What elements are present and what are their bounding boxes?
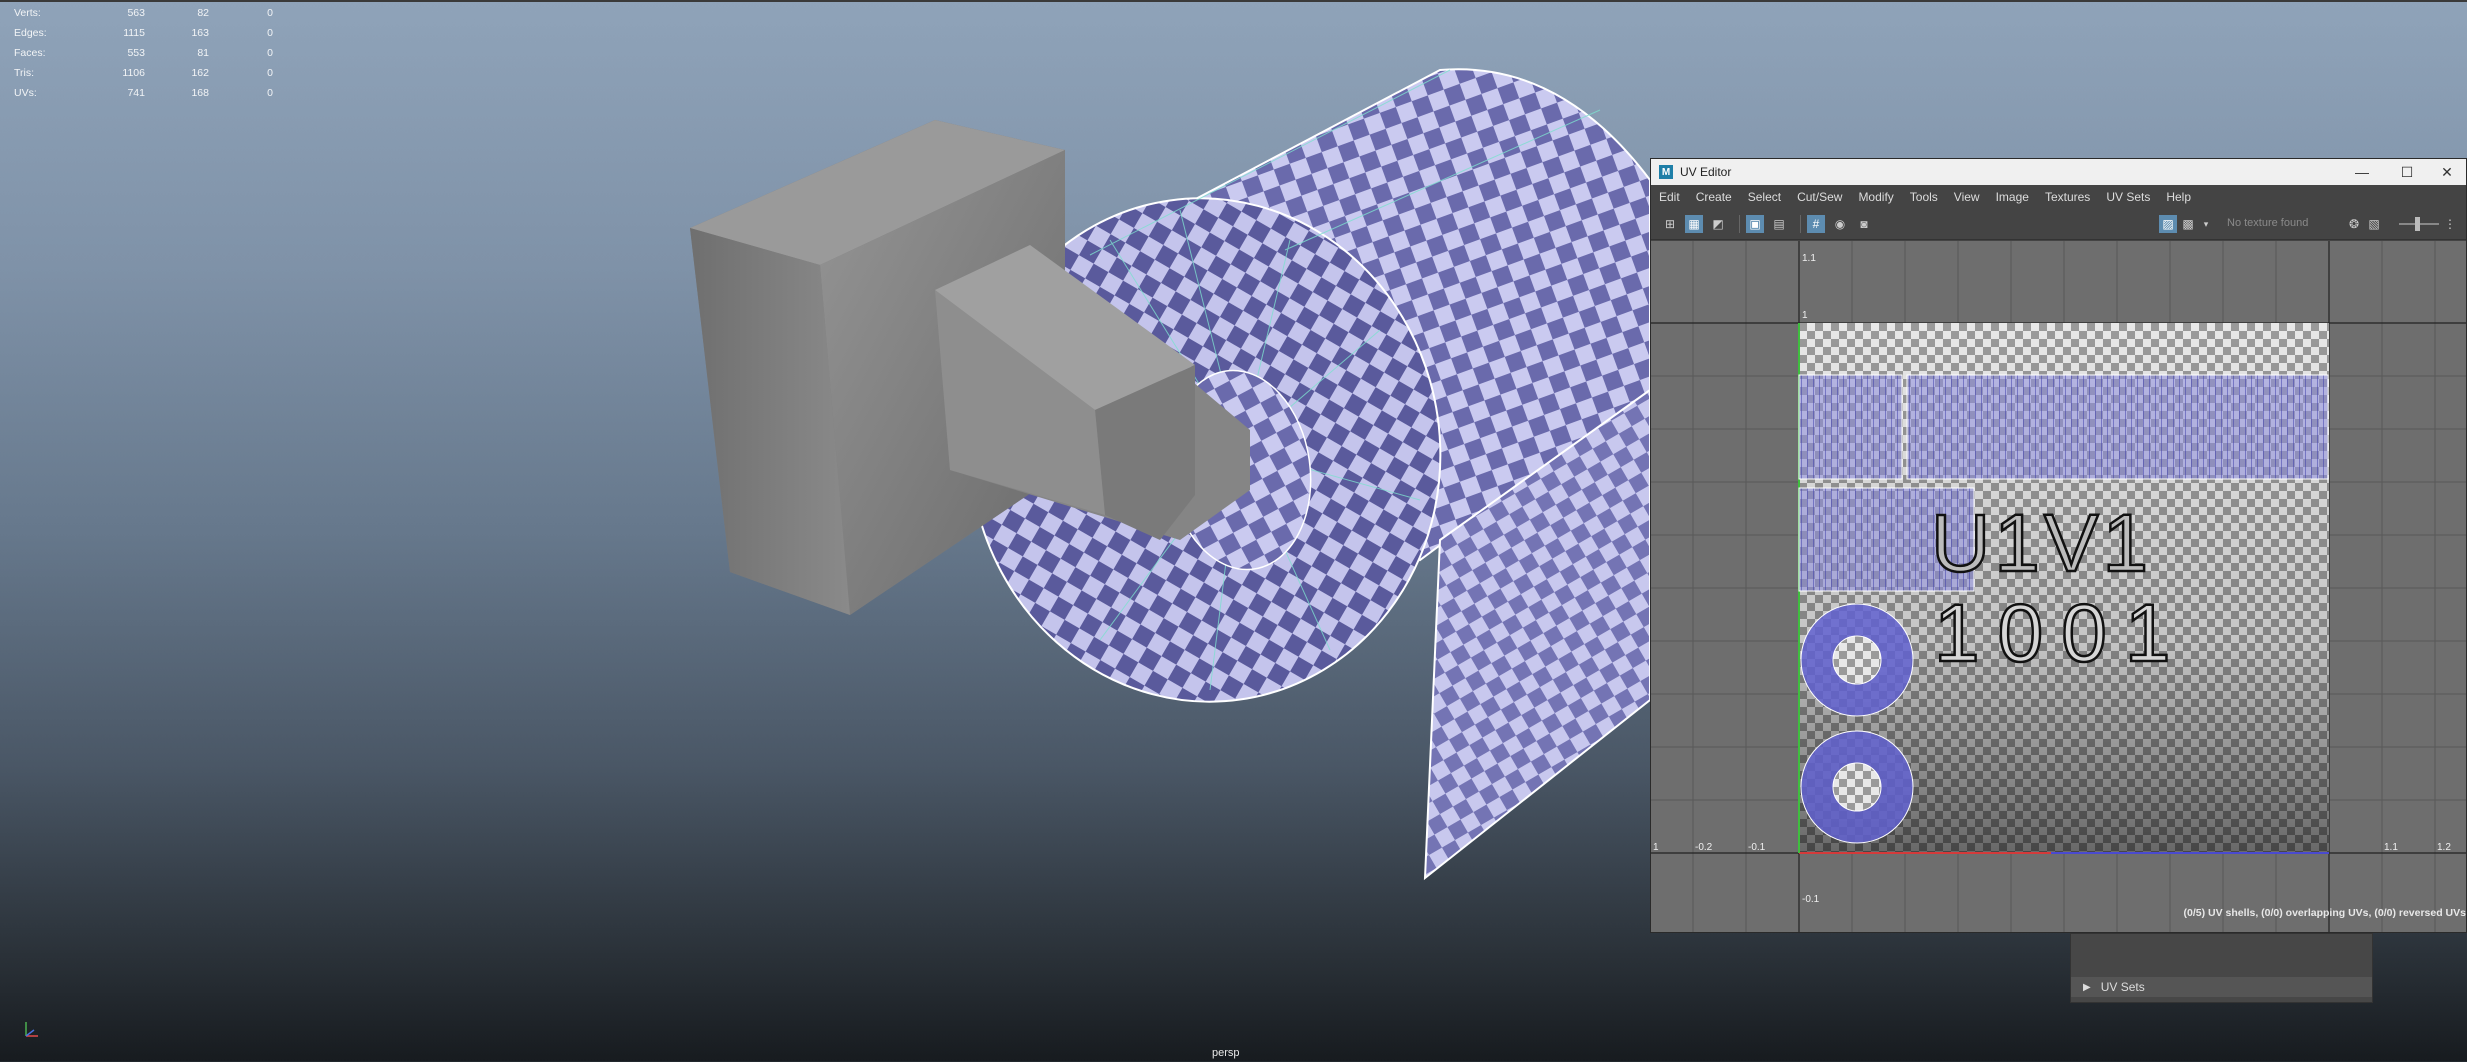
hud-label: UVs:	[14, 87, 37, 99]
grid-label: 1.2	[2437, 842, 2451, 853]
maximize-icon[interactable]: ☐	[2386, 159, 2428, 185]
grid-label: -0.1	[1748, 842, 1766, 853]
toolbar-divider	[1800, 215, 1801, 233]
grid-label: 1.1	[1802, 253, 1816, 264]
hud-label: Faces:	[14, 47, 46, 59]
hud-value: 0	[267, 87, 273, 99]
hud-row-tris: Tris: 1106 162 0	[14, 63, 273, 83]
uv-menubar: Edit Create Select Cut/Sew Modify Tools …	[1651, 185, 2466, 209]
expand-triangle-icon[interactable]: ▶	[2083, 982, 2091, 993]
close-icon[interactable]: ✕	[2426, 159, 2467, 185]
hud-value: 0	[267, 7, 273, 19]
grid-label: 1.1	[2384, 842, 2398, 853]
hud-row-uvs: UVs: 741 168 0	[14, 83, 273, 103]
hud-row-faces: Faces: 553 81 0	[14, 43, 273, 63]
menu-select[interactable]: Select	[1748, 190, 1781, 204]
camera-label: persp	[1212, 1047, 1240, 1059]
menu-create[interactable]: Create	[1696, 190, 1732, 204]
menu-uv-sets[interactable]: UV Sets	[2106, 190, 2150, 204]
gamma-icon[interactable]: ▧	[2365, 215, 2383, 233]
uv-sets-label: UV Sets	[2100, 980, 2145, 994]
grid-label: 1	[1653, 842, 1659, 853]
uv-canvas-svg[interactable]: U1V1 1001 1.1 1 1 -0.2 -0.1 1.1 1.2 -0.1	[1651, 241, 2466, 932]
snapshot-icon[interactable]: ◙	[1855, 215, 1873, 233]
uv-shell	[1798, 374, 1903, 480]
hud-label: Edges:	[14, 27, 47, 39]
image-display-icon[interactable]: ◩	[1709, 215, 1727, 233]
axis-gizmo-icon	[25, 1022, 38, 1037]
hud-value: 81	[197, 47, 209, 59]
texture-borders-icon[interactable]: ▤	[1770, 215, 1788, 233]
hud-value: 162	[191, 67, 209, 79]
hud-value: 82	[197, 7, 209, 19]
menu-help[interactable]: Help	[2166, 190, 2191, 204]
shaded-uv-icon[interactable]: ▣	[1746, 215, 1764, 233]
toolbar-overflow-icon[interactable]: ⋮	[2441, 215, 2459, 233]
grid-label: -0.2	[1695, 842, 1713, 853]
minimize-icon[interactable]: —	[2341, 159, 2383, 185]
hud-value: 741	[127, 87, 145, 99]
menu-tools[interactable]: Tools	[1910, 190, 1938, 204]
exposure-slider-knob[interactable]	[2415, 217, 2420, 231]
window-title: UV Editor	[1680, 165, 1732, 179]
hud-value: 563	[127, 7, 145, 19]
distortion-icon[interactable]: ◉	[1831, 215, 1849, 233]
toolbar-divider	[1739, 215, 1740, 233]
uv-editor-titlebar[interactable]: M UV Editor — ☐ ✕	[1651, 159, 2466, 185]
uv-shell-ring	[1800, 603, 1914, 717]
menu-cut-sew[interactable]: Cut/Sew	[1797, 190, 1842, 204]
hud-value: 0	[267, 47, 273, 59]
grid-label: 1	[1802, 310, 1808, 321]
uv-shell-ring	[1800, 730, 1914, 844]
hud-value: 163	[191, 27, 209, 39]
uv-toolbar: ⊞ ▦ ◩ ▣ ▤ # ◉ ◙ ▨ ▩ ▾ No texture found ❂…	[1651, 209, 2466, 240]
tile-label-uv: U1V1	[1931, 498, 2152, 589]
menu-textures[interactable]: Textures	[2045, 190, 2090, 204]
menu-modify[interactable]: Modify	[1858, 190, 1893, 204]
hud-label: Verts:	[14, 7, 41, 19]
hud-label: Tris:	[14, 67, 35, 79]
menu-view[interactable]: View	[1954, 190, 1980, 204]
hud-value: 1106	[122, 67, 145, 79]
hud-value: 168	[191, 87, 209, 99]
hud-row-edges: Edges: 1115 163 0	[14, 23, 273, 43]
checker-toggle-icon[interactable]: ▩	[2179, 215, 2197, 233]
grid-label: -0.1	[1802, 894, 1820, 905]
tile-label-udim: 1001	[1934, 588, 2188, 679]
poly-count-hud: Verts: 563 82 0 Edges: 1115 163 0 Faces:…	[14, 3, 273, 103]
uv-sets-section-header[interactable]: ▶ UV Sets	[2071, 977, 2372, 997]
uv-status-text: (0/5) UV shells, (0/0) overlapping UVs, …	[2183, 907, 2466, 919]
exposure-icon[interactable]: ❂	[2345, 215, 2363, 233]
hud-value: 0	[267, 67, 273, 79]
hud-value: 0	[267, 27, 273, 39]
hud-value: 553	[127, 47, 145, 59]
uv-canvas[interactable]: U1V1 1001 1.1 1 1 -0.2 -0.1 1.1 1.2 -0.1…	[1651, 241, 2466, 932]
grid-toggle-icon[interactable]: #	[1807, 215, 1825, 233]
hud-row-verts: Verts: 563 82 0	[14, 3, 273, 23]
uv-shell	[1906, 374, 2329, 480]
uv-toolkit-icon[interactable]: ⊞	[1661, 215, 1679, 233]
uv-sets-panel: ▶ UV Sets	[2070, 933, 2373, 1003]
hud-value: 1115	[123, 27, 145, 39]
uv-editor-window[interactable]: M UV Editor — ☐ ✕ Edit Create Select Cut…	[1650, 158, 2467, 933]
image-toggle-icon[interactable]: ▨	[2159, 215, 2177, 233]
menu-edit[interactable]: Edit	[1659, 190, 1680, 204]
checker-options-icon[interactable]: ▾	[2197, 215, 2215, 233]
menu-image[interactable]: Image	[1996, 190, 2029, 204]
isolate-select-icon[interactable]: ▦	[1685, 215, 1703, 233]
maya-app-icon: M	[1659, 165, 1673, 179]
texture-status: No texture found	[2227, 217, 2309, 229]
